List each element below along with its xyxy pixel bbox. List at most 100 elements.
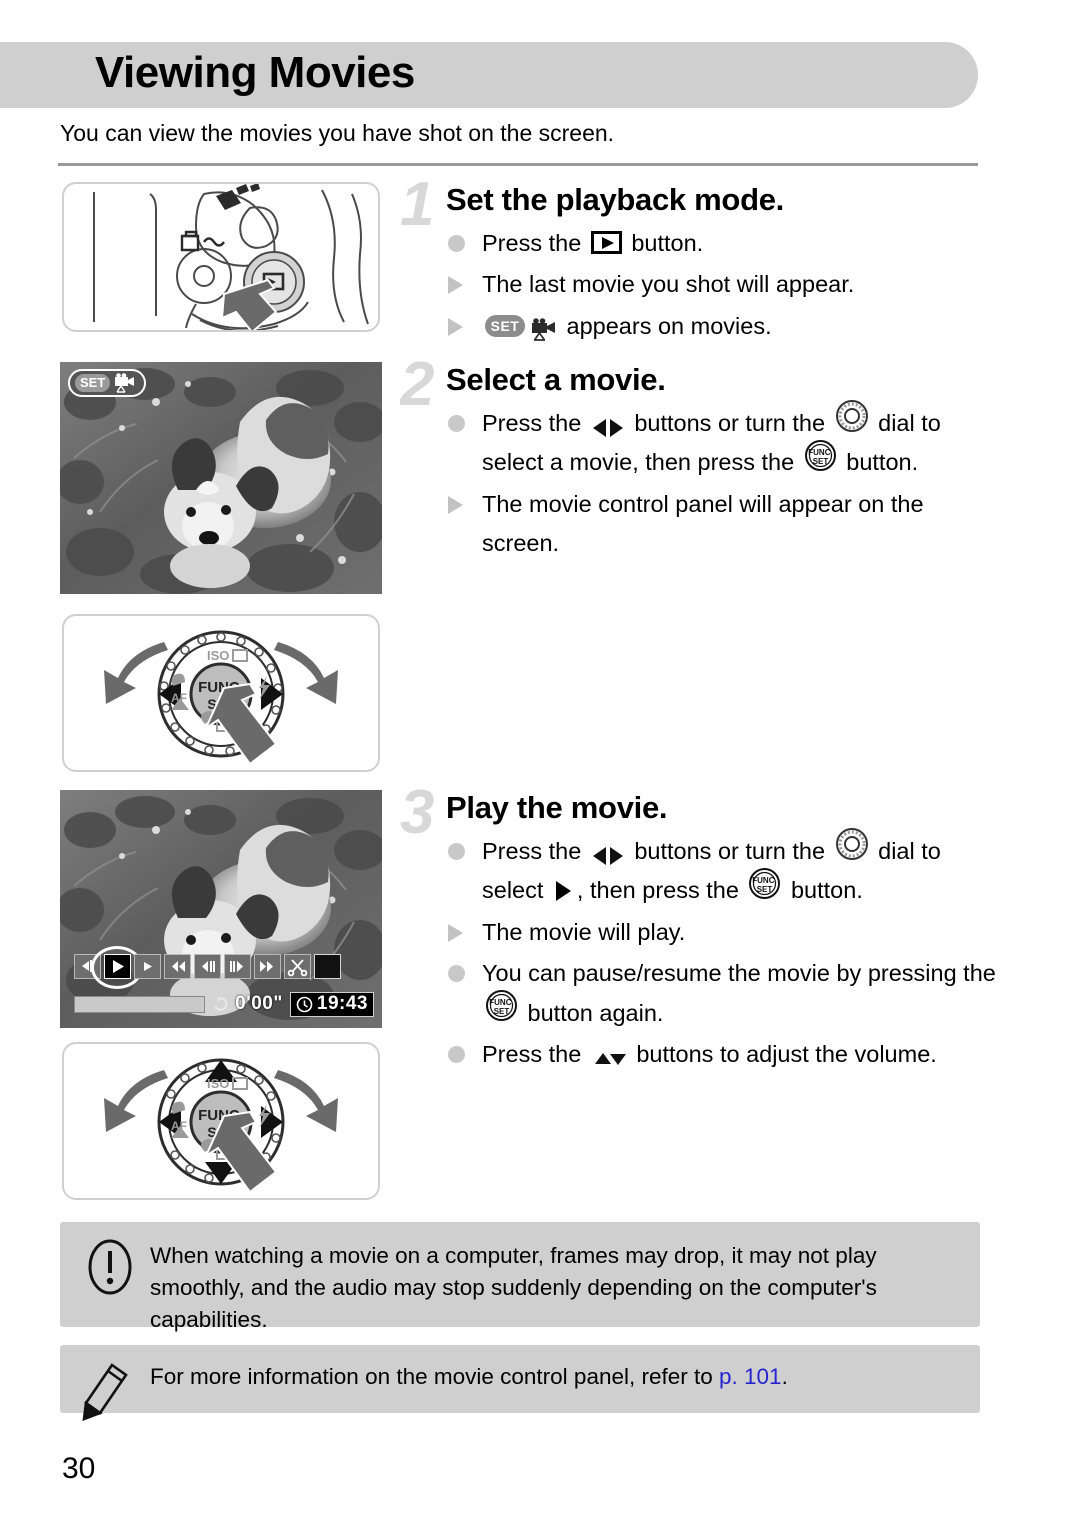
- up-down-arrows-icon: [591, 1043, 627, 1066]
- page-number: 30: [62, 1452, 96, 1485]
- bullet-triangle-marker: [448, 923, 463, 942]
- func-set-button-icon: FUNC. SET: [748, 867, 781, 900]
- left-right-arrows-icon: [591, 412, 625, 437]
- play-icon[interactable]: [91, 946, 143, 989]
- bullet-text: The last movie you shot will appear.: [482, 271, 855, 298]
- bullet-text: The movie will play.: [482, 918, 686, 945]
- warning-note-box: When watching a movie on a computer, fra…: [60, 1222, 980, 1332]
- dial-icon: [835, 399, 869, 433]
- movie-camera-icon: [531, 315, 557, 341]
- frame-back-icon[interactable]: [194, 954, 221, 979]
- text-3: volume.: [854, 1041, 937, 1068]
- movie-control-panel[interactable]: 0'00" 19:43: [60, 946, 382, 1028]
- bullet-select-movie: Press the buttons or turn the dial to se…: [446, 399, 1000, 483]
- step-1-bullets: Press the button. The last movie you sho…: [446, 224, 1000, 346]
- control-dial-drawing-4way: FUNC. SET ISO AF: [104, 1058, 338, 1194]
- bullet-triangle-marker: [448, 495, 463, 514]
- text-2: pressing the: [867, 960, 996, 987]
- control-dial-drawing: FUNC. SET ISO AF: [104, 630, 338, 766]
- text-3: dial: [871, 410, 915, 436]
- playback-status-row: 0'00" 19:43: [74, 990, 374, 1018]
- skip-back-icon[interactable]: [164, 954, 191, 979]
- bullet-volume: Press the buttons to adjust the volume.: [446, 1035, 1000, 1074]
- bullet-pause-resume: You can pause/resume the movie by pressi…: [446, 954, 1000, 1033]
- svg-text:FUNC.: FUNC.: [808, 448, 832, 457]
- step-1-heading: Set the playback mode.: [446, 182, 784, 217]
- warning-note-text: When watching a movie on a computer, fra…: [150, 1243, 877, 1332]
- bullet-control-panel: The movie control panel will appear on t…: [446, 485, 1000, 564]
- text-3: dial: [871, 838, 915, 864]
- text-2: buttons to adjust the: [629, 1041, 848, 1068]
- control-dial-illustration-step3: FUNC. SET ISO AF: [62, 1042, 380, 1200]
- step-1-number: 1: [400, 174, 435, 236]
- text-5: button.: [846, 449, 919, 476]
- slow-motion-icon[interactable]: [134, 954, 161, 979]
- text-5: , then press the: [576, 877, 746, 904]
- edit-scissors-icon[interactable]: [284, 954, 311, 979]
- bullet-text: The movie control panel will appear on t…: [482, 490, 924, 557]
- bullet-triangle-marker: [448, 317, 463, 336]
- note-text-before: For more information on the movie contro…: [150, 1364, 720, 1389]
- text-before: Press the: [482, 230, 588, 256]
- func-set-button-icon: FUNC. SET: [804, 439, 837, 472]
- svg-text:SET: SET: [494, 1007, 510, 1016]
- set-badge-icon: SET: [485, 314, 525, 337]
- set-movie-badge-overlay: SET: [68, 369, 146, 397]
- playback-button-icon: [590, 231, 622, 255]
- text-1: Press the: [482, 410, 588, 436]
- frame-forward-icon[interactable]: [224, 954, 251, 979]
- loop-icon: [213, 996, 228, 1011]
- page-reference-link[interactable]: p. 101: [719, 1364, 782, 1389]
- step-3: 3 Play the movie. Press the buttons or t…: [400, 782, 1000, 1077]
- stop-icon[interactable]: [314, 954, 341, 979]
- bullet-last-movie: The last movie you shot will appear.: [446, 265, 1000, 304]
- bullet-set-appears: SET appears on movies.: [446, 307, 1000, 346]
- svg-text:SET: SET: [812, 457, 828, 466]
- progress-bar[interactable]: [74, 995, 205, 1013]
- svg-text:ISO: ISO: [207, 648, 229, 663]
- header-divider: [58, 163, 978, 166]
- movie-playback-screenshot: 0'00" 19:43: [60, 790, 382, 1028]
- bullet-dot-marker: [448, 415, 465, 432]
- camera-back-illustration: [62, 182, 380, 332]
- set-badge-label: SET: [75, 374, 111, 392]
- text-6: button.: [784, 877, 863, 904]
- control-buttons-row[interactable]: [74, 946, 341, 989]
- skip-forward-icon[interactable]: [254, 954, 281, 979]
- step-2-heading: Select a movie.: [446, 362, 666, 397]
- camera-back-drawing: [93, 184, 369, 330]
- left-right-arrows-icon: [591, 840, 625, 865]
- bullet-dot-marker: [448, 965, 465, 983]
- text-2: buttons or turn the: [627, 410, 832, 436]
- movie-preview-screenshot: SET: [60, 362, 382, 594]
- right-arrow-icon: [555, 881, 571, 902]
- func-set-button-icon: FUNC. SET: [485, 989, 518, 1022]
- svg-text:ISO: ISO: [207, 1076, 229, 1091]
- bullet-dot-marker: [448, 235, 465, 252]
- bullet-dot-marker: [448, 843, 465, 860]
- warning-icon: [88, 1239, 132, 1295]
- bullet-select-play: Press the buttons or turn the dial to se…: [446, 827, 1000, 911]
- step-3-heading: Play the movie.: [446, 790, 668, 825]
- text-after: button.: [624, 230, 704, 256]
- text-1: Press the: [482, 1041, 588, 1068]
- elapsed-time: 0'00": [235, 993, 283, 1014]
- dial-icon: [835, 827, 869, 861]
- press-arrow: [220, 278, 278, 330]
- text-2: buttons or turn the: [627, 838, 832, 864]
- info-note-box: For more information on the movie contro…: [60, 1345, 980, 1421]
- info-note-text: For more information on the movie contro…: [150, 1361, 962, 1393]
- control-dial-illustration-step2: FUNC. SET ISO AF: [62, 614, 380, 772]
- step-3-number: 3: [400, 782, 435, 844]
- svg-text:FUNC.: FUNC.: [489, 998, 513, 1007]
- intro-text: You can view the movies you have shot on…: [60, 120, 615, 146]
- step-3-bullets: Press the buttons or turn the dial to se…: [446, 827, 1000, 1075]
- step-2-number: 2: [400, 354, 435, 416]
- text-1: Press the: [482, 838, 588, 864]
- pencil-note-icon: [82, 1363, 128, 1421]
- svg-text:FUNC.: FUNC.: [753, 876, 777, 885]
- step-1: 1 Set the playback mode. Press the butto…: [400, 174, 1000, 348]
- step-2-bullets: Press the buttons or turn the dial to se…: [446, 399, 1000, 564]
- text-1: You can pause/resume the movie by: [482, 960, 862, 987]
- page-title: Viewing Movies: [95, 48, 415, 97]
